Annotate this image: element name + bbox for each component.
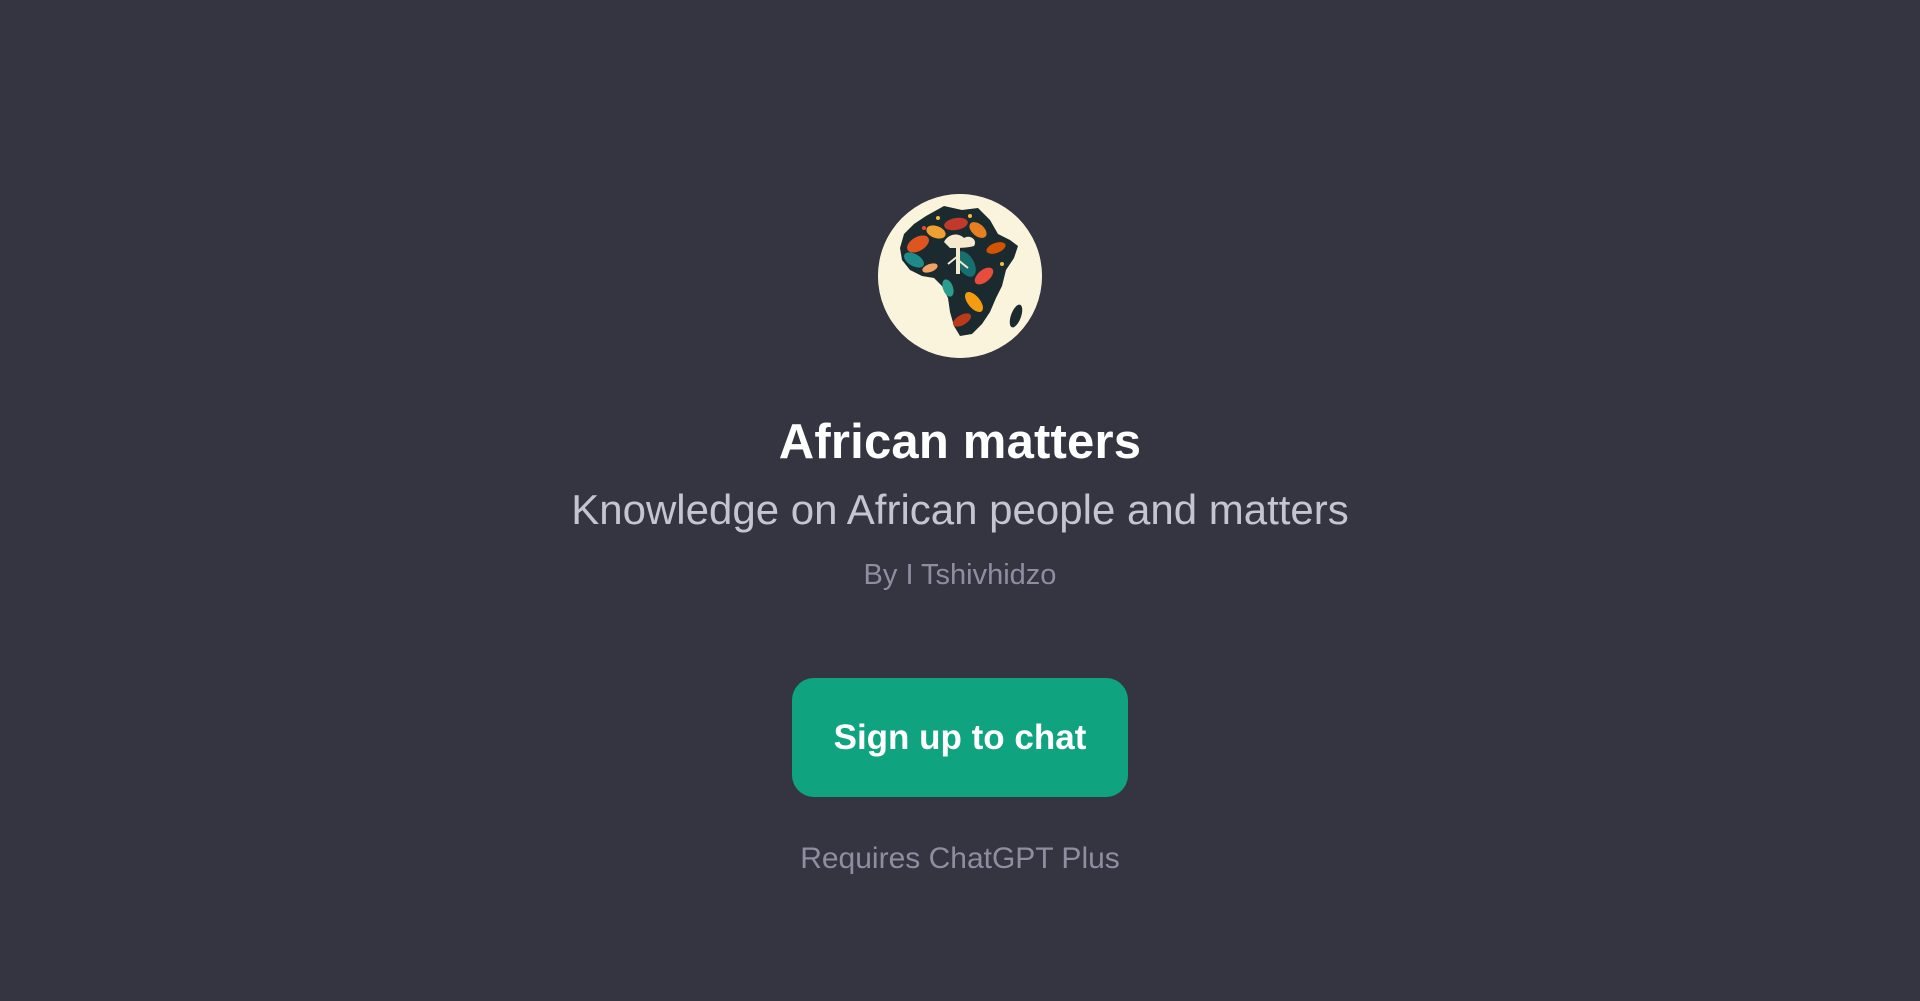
africa-map-illustration-icon (878, 194, 1042, 358)
gpt-avatar (878, 194, 1042, 358)
gpt-description: Knowledge on African people and matters (571, 486, 1349, 533)
requirement-note: Requires ChatGPT Plus (800, 842, 1120, 875)
sign-up-to-chat-button[interactable]: Sign up to chat (792, 678, 1128, 797)
gpt-title: African matters (778, 415, 1142, 469)
gpt-landing-page: African matters Knowledge on African peo… (0, 0, 1920, 1001)
gpt-author: By I Tshivhidzo (863, 559, 1057, 591)
